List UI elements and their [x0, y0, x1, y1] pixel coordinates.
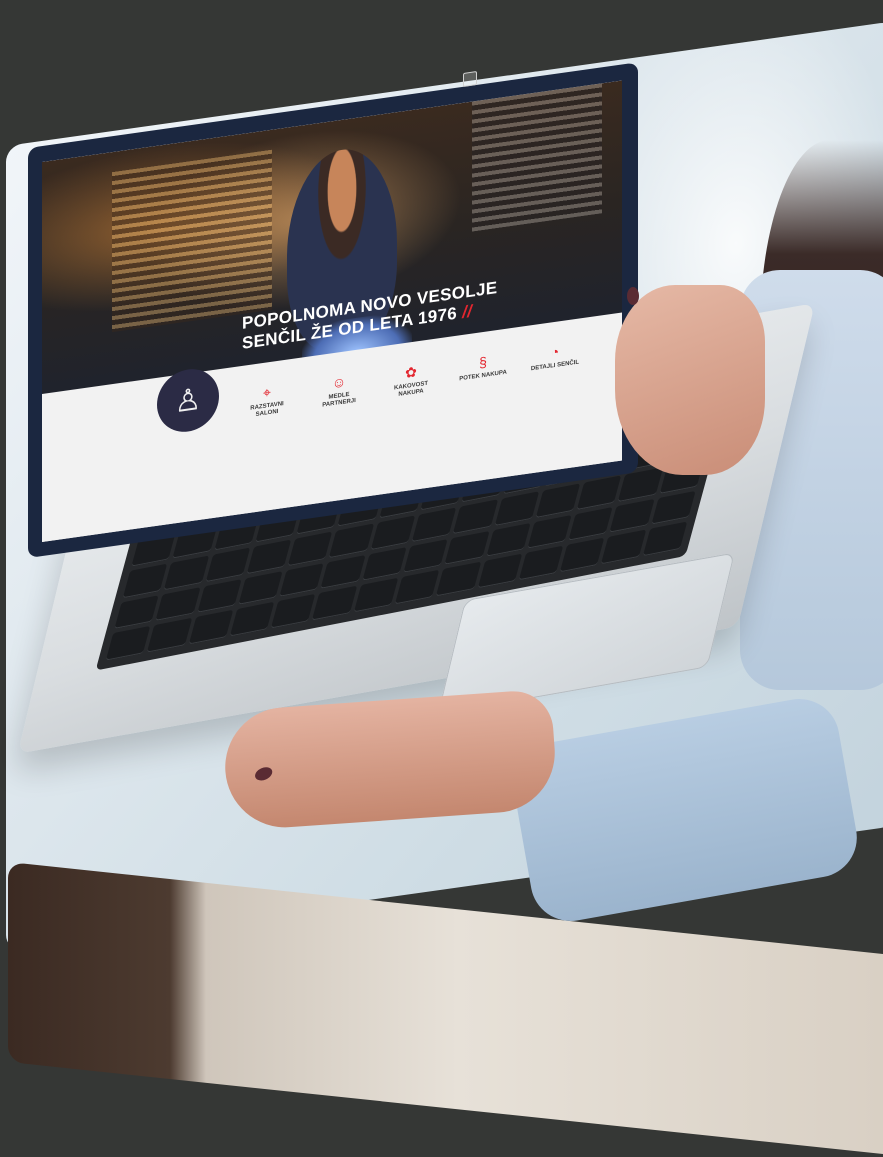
keyboard-key [403, 538, 448, 574]
fingernail [627, 287, 639, 305]
keyboard-key [122, 563, 168, 598]
location-pin-icon: ⌖ [263, 383, 271, 401]
keyboard-key [105, 626, 151, 661]
keyboard-key [394, 570, 440, 605]
keyboard-key [609, 498, 655, 533]
keyboard-key [287, 531, 333, 566]
keyboard-key [559, 537, 605, 573]
keyboard-key [270, 594, 316, 629]
keyboard-key [485, 522, 531, 558]
keyboard-key [188, 610, 234, 645]
keyboard-key [246, 539, 292, 574]
keyboard-key [436, 562, 481, 597]
astronaut-icon: ♙ [174, 382, 202, 419]
fingernail [252, 764, 275, 783]
keyboard-key [568, 506, 614, 541]
keyboard-key [362, 546, 407, 582]
keyboard-key [329, 523, 374, 558]
keyboard-key [444, 530, 490, 566]
cluster-icon: ✿ [405, 363, 417, 381]
woman-left-hand [221, 688, 559, 832]
keyboard-key [164, 555, 209, 590]
smiley-icon: ☺ [331, 373, 347, 392]
keyboard-key [535, 483, 581, 518]
keyboard-key [601, 529, 646, 565]
woman-right-hand [615, 285, 765, 475]
window-blind [112, 149, 272, 333]
keyboard-key [370, 515, 416, 550]
second-photo-card [8, 862, 883, 1157]
keyboard-key [477, 554, 523, 589]
keyboard-key [196, 578, 242, 614]
keyboard-key [494, 491, 540, 526]
flow-icon: § [479, 353, 487, 371]
nav-label: DETAJLI SENČIL [530, 359, 580, 373]
keyboard-key [320, 554, 366, 590]
keyboard-key [147, 618, 192, 653]
keyboard-key [155, 586, 201, 622]
keyboard-key [205, 547, 251, 582]
keyboard-key [527, 514, 572, 550]
keyboard-key [518, 545, 564, 581]
keyboard-key [114, 594, 159, 630]
pie-icon: ◔ [550, 343, 560, 361]
keyboard-key [642, 521, 688, 557]
nav-label: POTEK NAKUPA [459, 369, 507, 383]
keyboard-key [576, 475, 622, 510]
keyboard-key [279, 562, 325, 598]
keyboard-key [353, 578, 399, 613]
keyboard-key [453, 499, 498, 534]
keyboard-key [229, 602, 275, 637]
keyboard-key [238, 570, 283, 606]
window-blind-right [472, 83, 602, 232]
keyboard-key [312, 586, 357, 621]
photo-collage: POPOLNOMA NOVO VESOLJE SENČIL ŽE OD LETA… [0, 0, 883, 1157]
keyboard-key [651, 490, 696, 525]
home-icon[interactable] [463, 71, 477, 87]
keyboard-key [411, 507, 457, 542]
headline-mark: // [462, 301, 473, 322]
